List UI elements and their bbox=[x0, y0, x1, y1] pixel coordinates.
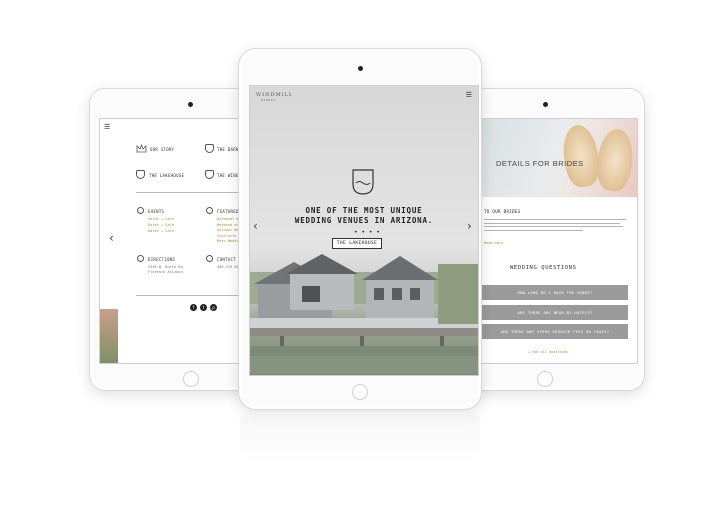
address-line: 3340 W. Butte Rd bbox=[148, 265, 183, 269]
lakehouse-crest-icon bbox=[352, 169, 374, 195]
lakehouse-photo bbox=[250, 254, 478, 374]
camera-icon bbox=[188, 102, 193, 107]
question-button[interactable]: ARE THERE ANY NEAR-BY HOTELS? bbox=[482, 305, 628, 320]
event-link[interactable]: Dates + Sale bbox=[148, 223, 174, 227]
hero-title: DETAILS FOR BRIDES bbox=[496, 159, 584, 168]
pinterest-icon[interactable]: p bbox=[210, 304, 217, 311]
winery-crest-icon bbox=[205, 170, 214, 179]
tablet-center-screen: WINDMILL WINERY ☰ ONE OF THE MOST UNIQUE… bbox=[249, 85, 479, 376]
hamburger-menu-icon[interactable]: ☰ bbox=[104, 123, 110, 131]
star-icon bbox=[206, 207, 213, 214]
hamburger-menu-icon[interactable]: ☰ bbox=[466, 91, 472, 99]
divider bbox=[136, 192, 243, 193]
nav-our-story[interactable]: OUR STORY bbox=[150, 147, 174, 152]
side-photo bbox=[100, 309, 118, 363]
crown-icon bbox=[136, 144, 147, 153]
next-arrow-icon[interactable]: › bbox=[467, 219, 472, 233]
prev-arrow-icon[interactable]: ‹ bbox=[253, 219, 258, 233]
headline-line-1: ONE OF THE MOST UNIQUE bbox=[305, 206, 423, 215]
camera-icon bbox=[543, 102, 548, 107]
tablet-right-screen: DETAILS FOR BRIDES TO OUR BRIDES Read mo… bbox=[481, 118, 638, 364]
tablet-left-screen: ☰ OUR STORY THE BARN THE LAKEHOUSE THE W… bbox=[99, 118, 244, 364]
home-button bbox=[537, 371, 553, 387]
tablet-left: ☰ OUR STORY THE BARN THE LAKEHOUSE THE W… bbox=[89, 88, 252, 391]
tablet-right: DETAILS FOR BRIDES TO OUR BRIDES Read mo… bbox=[470, 88, 645, 391]
windmill-logo[interactable]: WINDMILL bbox=[256, 92, 293, 98]
home-button bbox=[352, 384, 368, 400]
read-more-link[interactable]: Read more bbox=[484, 241, 503, 245]
nav-the-lakehouse[interactable]: THE LAKEHOUSE bbox=[149, 173, 184, 178]
address-line: Florence Arizona bbox=[148, 270, 183, 274]
contact-heading: CONTACT bbox=[217, 257, 236, 262]
headline-line-2: WEDDING VENUES IN ARIZONA. bbox=[294, 216, 434, 225]
events-heading: EVENTS bbox=[148, 209, 165, 214]
questions-heading: WEDDING QUESTIONS bbox=[510, 265, 577, 271]
featured-link[interactable]: Weekend an bbox=[217, 223, 239, 227]
prev-arrow-icon[interactable]: ‹ bbox=[109, 232, 114, 244]
section-subtitle: TO OUR BRIDES bbox=[484, 209, 521, 214]
event-link[interactable]: Dates + Sale bbox=[148, 229, 174, 233]
home-button bbox=[183, 371, 199, 387]
calendar-icon bbox=[137, 207, 144, 214]
divider bbox=[136, 295, 243, 296]
see-all-questions-link[interactable]: + See all questions bbox=[528, 350, 568, 354]
tablet-center: WINDMILL WINERY ☰ ONE OF THE MOST UNIQUE… bbox=[238, 48, 482, 410]
map-pin-icon bbox=[137, 255, 144, 262]
winery-wordmark: WINERY bbox=[261, 99, 277, 102]
barn-crest-icon bbox=[205, 144, 214, 153]
carousel-dots[interactable]: • • • • bbox=[354, 229, 381, 236]
question-button[interactable]: ARE THERE ANY OTHER SERVICE FEES OR TAXE… bbox=[482, 324, 628, 339]
twitter-icon[interactable]: t bbox=[200, 304, 207, 311]
reflection bbox=[240, 412, 480, 462]
event-link[interactable]: Dates + Sale bbox=[148, 217, 174, 221]
featured-heading: FEATURED bbox=[217, 209, 239, 214]
directions-heading: DIRECTIONS bbox=[148, 257, 176, 262]
lakehouse-button[interactable]: THE LAKEHOUSE bbox=[332, 238, 382, 249]
intro-paragraph bbox=[484, 219, 626, 235]
phone-icon bbox=[206, 255, 213, 262]
facebook-icon[interactable]: f bbox=[190, 304, 197, 311]
nav-the-barn[interactable]: THE BARN bbox=[217, 147, 239, 152]
question-button[interactable]: HOW LONG DO I HAVE THE VENUE? bbox=[482, 285, 628, 300]
camera-icon bbox=[358, 66, 363, 71]
lakehouse-crest-icon bbox=[136, 170, 145, 179]
